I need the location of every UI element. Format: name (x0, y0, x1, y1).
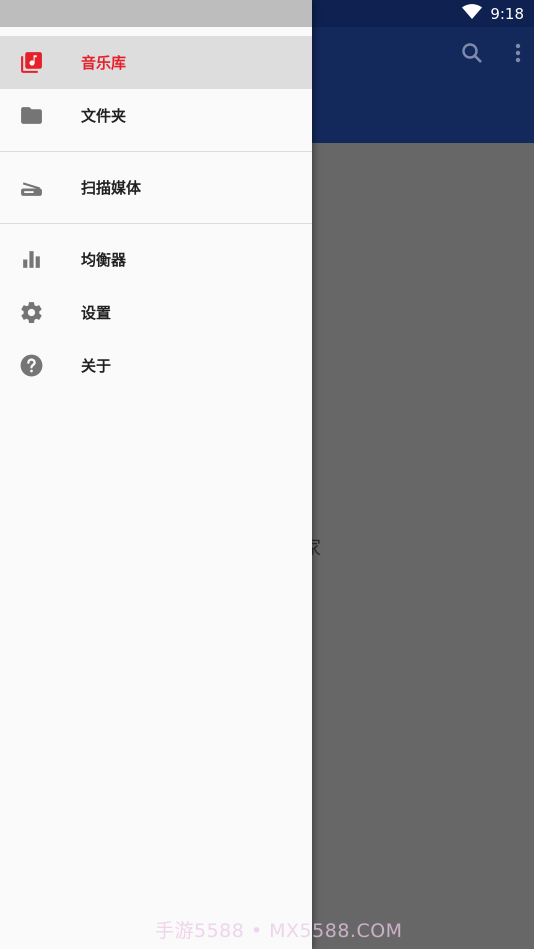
navigation-drawer: 音乐库 文件夹 扫描媒体 均衡器 设置 关于 (0, 0, 312, 949)
drawer-status-bar (0, 0, 312, 27)
drawer-item-settings[interactable]: 设置 (0, 286, 312, 339)
search-icon[interactable] (460, 41, 484, 65)
drawer-item-folders[interactable]: 文件夹 (0, 89, 312, 142)
drawer-item-label: 关于 (81, 357, 112, 375)
drawer-item-equalizer[interactable]: 均衡器 (0, 233, 312, 286)
drawer-item-label: 设置 (81, 304, 112, 322)
drawer-item-label: 音乐库 (81, 54, 127, 72)
drawer-item-label: 均衡器 (81, 251, 127, 269)
drawer-item-label: 文件夹 (81, 107, 127, 125)
help-icon (19, 353, 44, 378)
more-vert-icon[interactable] (514, 41, 522, 65)
drawer-item-label: 扫描媒体 (81, 179, 142, 197)
gear-icon (19, 300, 44, 325)
library-music-icon (19, 50, 44, 75)
drawer-item-library[interactable]: 音乐库 (0, 36, 312, 89)
drawer-item-scan-media[interactable]: 扫描媒体 (0, 161, 312, 214)
folder-icon (19, 103, 44, 128)
equalizer-icon (19, 247, 44, 272)
watermark: 手游5588 • MX5588.COM (155, 920, 403, 942)
wifi-icon (462, 3, 483, 24)
scanner-icon (19, 175, 44, 200)
drawer-item-about[interactable]: 关于 (0, 339, 312, 392)
status-time: 9:18 (490, 4, 524, 23)
